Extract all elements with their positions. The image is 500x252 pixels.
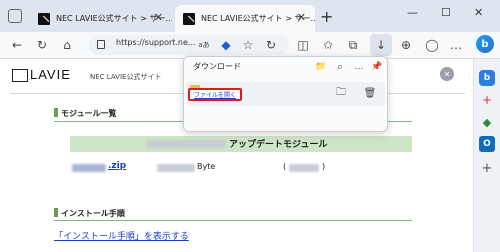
paren-open: ( — [283, 162, 287, 171]
nec-favicon-icon — [38, 13, 50, 25]
minimize-button[interactable]: — — [407, 6, 418, 19]
lock-icon[interactable] — [97, 40, 105, 49]
browser-window: NEC LAVIE公式サイト > サー… ✕ NEC LAVIE公式サイト > … — [0, 0, 500, 252]
profile-icon[interactable]: ◯ — [423, 36, 441, 54]
refresh-page-icon[interactable]: ↻ — [262, 36, 280, 54]
lavie-logo-mark — [12, 69, 28, 82]
read-aloud-icon[interactable]: aあ — [195, 36, 213, 54]
pin-icon[interactable]: 📌 — [370, 60, 384, 74]
section-title-install: インストール手順 — [61, 209, 125, 218]
redacted-file-size — [157, 164, 195, 172]
new-tab-button[interactable]: + — [320, 7, 333, 26]
home-icon[interactable]: ⌂ — [58, 36, 76, 54]
edge-sidebar — [473, 59, 500, 252]
byte-label: Byte — [197, 162, 216, 171]
download-icon[interactable]: ↓ — [372, 36, 390, 54]
extensions-icon[interactable]: ⊕ — [397, 36, 415, 54]
tab-actions-icon[interactable] — [8, 9, 22, 23]
url-text[interactable]: https://support.ne... — [116, 38, 196, 47]
section-marker — [54, 208, 58, 217]
tab-inactive[interactable]: NEC LAVIE公式サイト > サー… ✕ — [30, 5, 172, 32]
copilot-icon[interactable]: b — [476, 35, 494, 53]
maximize-button[interactable]: ☐ — [441, 6, 451, 19]
menu-icon[interactable]: … — [447, 36, 465, 54]
lavie-logo[interactable]: LAVIE — [30, 67, 71, 82]
sidebar-outlook-icon[interactable]: O — [479, 136, 495, 152]
favorites-icon[interactable]: ✩ — [319, 36, 337, 54]
zip-download-link[interactable]: .zip — [108, 161, 126, 171]
redacted-model-name — [146, 140, 226, 148]
module-heading: アップデートモジュール — [229, 140, 328, 150]
redacted-file-name — [72, 164, 106, 172]
sidebar-games-icon[interactable]: ◆ — [479, 114, 495, 130]
section-underline — [54, 220, 412, 221]
search-downloads-icon[interactable]: ⌕ — [333, 60, 347, 74]
site-name: NEC LAVIE公式サイト — [90, 73, 162, 81]
favorite-star-icon[interactable]: ☆ — [239, 36, 257, 54]
tab-close-icon[interactable]: ✕ — [154, 11, 163, 24]
show-in-folder-icon[interactable]: 🗀 — [333, 85, 349, 101]
redacted-version — [289, 164, 319, 172]
tab-close-icon[interactable]: ✕ — [297, 11, 306, 24]
sidebar-tools-icon[interactable]: + — [479, 92, 495, 108]
open-downloads-folder-icon[interactable]: 📁 — [314, 60, 328, 74]
downloads-title: ダウンロード — [193, 62, 241, 71]
nec-favicon-icon — [183, 13, 195, 25]
refresh-icon[interactable]: ↻ — [33, 36, 51, 54]
paren-close: ) — [322, 162, 326, 171]
more-options-icon[interactable]: … — [352, 60, 366, 74]
open-file-link[interactable]: ファイルを開く — [188, 88, 242, 101]
delete-icon[interactable]: 🗑 — [362, 85, 378, 101]
collections-icon[interactable]: ⧉ — [344, 36, 362, 54]
tab-active[interactable]: NEC LAVIE公式サイト > サー… ✕ — [175, 5, 315, 32]
sidebar-add-icon[interactable]: + — [479, 160, 495, 176]
sidebar-bing-icon[interactable]: b — [479, 70, 495, 86]
section-title-modules: モジュール一覧 — [61, 109, 117, 118]
tag-icon[interactable]: ◆ — [217, 36, 235, 54]
back-icon[interactable]: ← — [8, 36, 26, 54]
close-circle-icon[interactable]: ✕ — [440, 67, 454, 81]
install-steps-link[interactable]: 「インストール手順」を表示する — [54, 229, 189, 242]
split-screen-icon[interactable]: ◫ — [294, 36, 312, 54]
close-window-button[interactable]: ✕ — [474, 6, 483, 19]
section-marker — [54, 108, 58, 117]
